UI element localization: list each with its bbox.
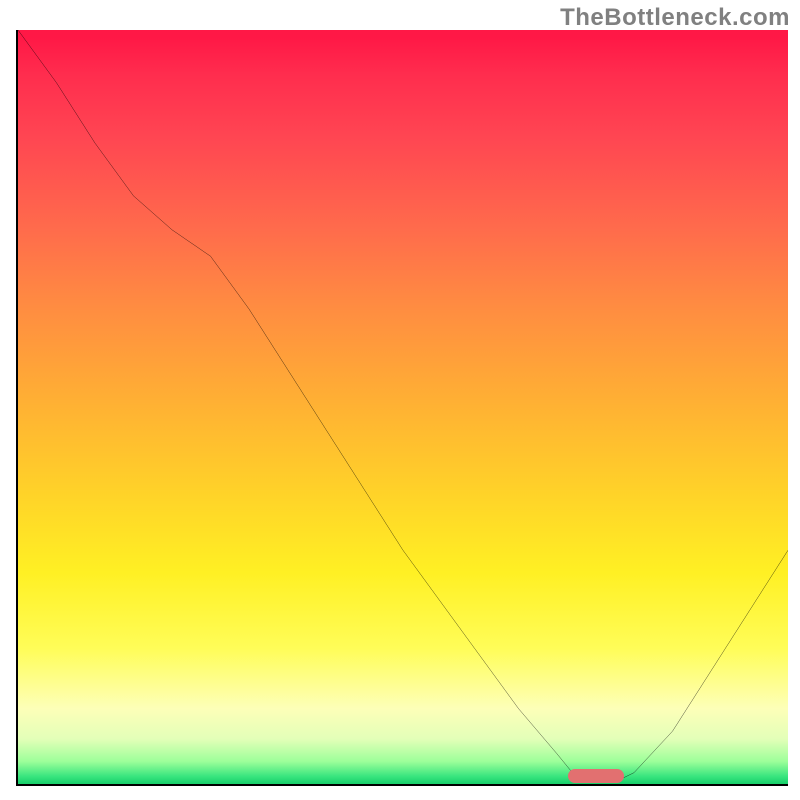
optimal-marker: [568, 769, 624, 783]
bottleneck-curve: [18, 30, 788, 784]
bottleneck-chart: TheBottleneck.com: [0, 0, 800, 800]
plot-area: [16, 30, 788, 786]
watermark-label: TheBottleneck.com: [560, 4, 790, 32]
curve-path: [18, 30, 788, 780]
